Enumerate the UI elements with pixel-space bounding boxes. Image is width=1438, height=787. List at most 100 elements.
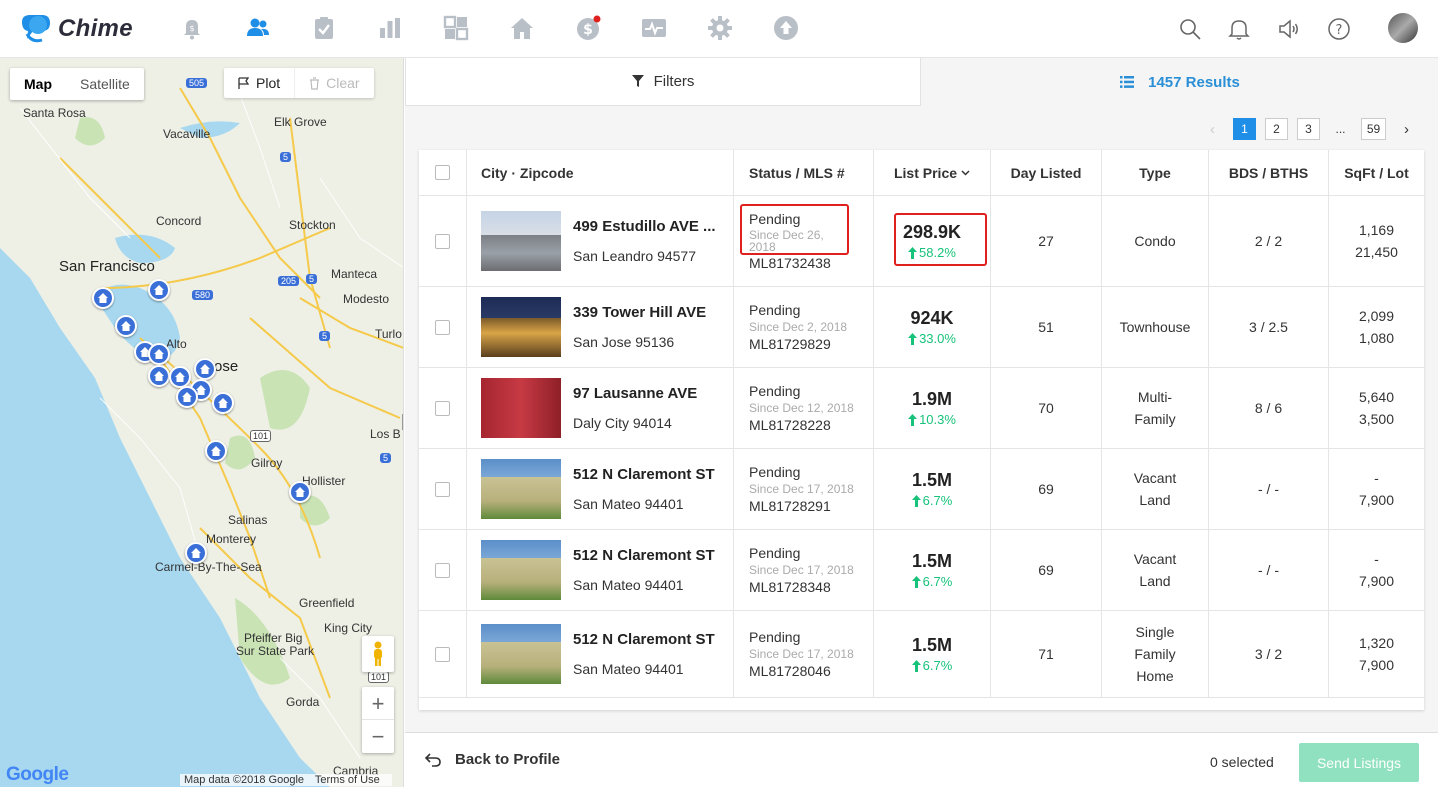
- row-checkbox[interactable]: [435, 319, 450, 335]
- google-logo[interactable]: Google: [6, 764, 69, 786]
- column-header-city[interactable]: City · Zipcode: [467, 150, 734, 195]
- property-type: Multi-Family: [1102, 368, 1209, 448]
- dashboard-icon[interactable]: [442, 14, 470, 42]
- page-button[interactable]: 2: [1265, 118, 1288, 140]
- listing-pin[interactable]: [205, 440, 227, 462]
- app-name: Chime: [58, 15, 133, 42]
- price-cell: 924K 33.0%: [874, 287, 991, 367]
- listing-photo[interactable]: [481, 211, 561, 271]
- table-row[interactable]: 512 N Claremont ST San Mateo 94401 Pendi…: [419, 449, 1424, 530]
- highway-shield: 5: [319, 331, 331, 341]
- column-header-day[interactable]: Day Listed: [991, 150, 1102, 195]
- column-header-status[interactable]: Status / MLS #: [734, 150, 874, 195]
- street-address[interactable]: 512 N Claremont ST: [573, 547, 715, 564]
- map-view-button[interactable]: Map: [10, 68, 66, 100]
- listing-photo[interactable]: [481, 378, 561, 438]
- list-price: 1.5M: [911, 635, 952, 655]
- plot-button[interactable]: Plot: [224, 68, 294, 98]
- map-city-label: Sur State Park: [236, 644, 315, 658]
- speaker-icon[interactable]: [1277, 17, 1301, 41]
- prev-page-button[interactable]: ‹: [1201, 118, 1224, 140]
- column-header-price[interactable]: List Price: [874, 150, 991, 195]
- contacts-icon[interactable]: [244, 14, 272, 42]
- select-all-checkbox[interactable]: [435, 165, 450, 180]
- user-avatar[interactable]: [1388, 13, 1418, 43]
- chime-logo[interactable]: Chime: [18, 12, 133, 46]
- row-checkbox[interactable]: [435, 646, 450, 662]
- street-address[interactable]: 512 N Claremont ST: [573, 631, 715, 648]
- table-row[interactable]: 339 Tower Hill AVE San Jose 95136 Pendin…: [419, 287, 1424, 368]
- activity-icon[interactable]: [640, 14, 668, 42]
- search-icon[interactable]: [1178, 17, 1202, 41]
- listing-pin[interactable]: [169, 366, 191, 388]
- listing-pin[interactable]: [185, 542, 207, 564]
- filters-button[interactable]: Filters: [405, 58, 921, 106]
- street-address[interactable]: 499 Estudillo AVE ...: [573, 218, 716, 235]
- listing-photo[interactable]: [481, 540, 561, 600]
- map-city-label: Vacaville: [163, 127, 211, 141]
- send-listings-button[interactable]: Send Listings: [1299, 743, 1419, 782]
- property-type: Townhouse: [1102, 287, 1209, 367]
- map-city-label: Carmel-By-The-Sea: [155, 560, 262, 574]
- clear-button[interactable]: Clear: [294, 68, 373, 98]
- gear-icon[interactable]: [706, 14, 734, 42]
- street-address[interactable]: 512 N Claremont ST: [573, 466, 715, 483]
- price-change-value: 10.3%: [919, 412, 956, 427]
- listing-pin[interactable]: [148, 365, 170, 387]
- zoom-in-button[interactable]: +: [362, 687, 394, 720]
- listing-pin[interactable]: [148, 279, 170, 301]
- street-address[interactable]: 339 Tower Hill AVE: [573, 304, 706, 321]
- undo-arrow-icon: [425, 752, 441, 767]
- day-listed: 51: [991, 287, 1102, 367]
- bar-chart-icon[interactable]: [376, 14, 404, 42]
- listing-pin[interactable]: [194, 358, 216, 380]
- status-since: Since Dec 17, 2018: [749, 563, 854, 577]
- table-row[interactable]: 97 Lausanne AVE Daly City 94014 Pending …: [419, 368, 1424, 449]
- column-header-sqft[interactable]: SqFt / Lot: [1329, 150, 1424, 195]
- listing-photo[interactable]: [481, 624, 561, 684]
- listing-pin[interactable]: [115, 315, 137, 337]
- terms-link[interactable]: Terms of Use: [315, 774, 380, 786]
- row-checkbox[interactable]: [435, 233, 450, 249]
- street-view-pegman-icon[interactable]: [362, 636, 394, 672]
- listing-pin[interactable]: [176, 386, 198, 408]
- listing-pin[interactable]: [148, 343, 170, 365]
- zoom-out-button[interactable]: −: [362, 720, 394, 753]
- bell-dollar-icon[interactable]: $: [178, 14, 206, 42]
- listing-pin[interactable]: [92, 287, 114, 309]
- table-row[interactable]: 512 N Claremont ST San Mateo 94401 Pendi…: [419, 611, 1424, 698]
- page-button[interactable]: 3: [1297, 118, 1320, 140]
- clipboard-icon[interactable]: [310, 14, 338, 42]
- lot-value: 7,900: [1358, 573, 1395, 589]
- home-icon[interactable]: [508, 14, 536, 42]
- column-header-type[interactable]: Type: [1102, 150, 1209, 195]
- next-page-button[interactable]: ›: [1395, 118, 1418, 140]
- row-checkbox[interactable]: [435, 481, 450, 497]
- listing-pin[interactable]: [289, 481, 311, 503]
- listing-photo[interactable]: [481, 297, 561, 357]
- listing-photo[interactable]: [481, 459, 561, 519]
- page-button[interactable]: 1: [1233, 118, 1256, 140]
- row-checkbox[interactable]: [435, 562, 450, 578]
- help-icon[interactable]: ?: [1327, 17, 1351, 41]
- upload-icon[interactable]: [772, 14, 800, 42]
- arrow-up-icon: [911, 494, 921, 507]
- table-row[interactable]: 512 N Claremont ST San Mateo 94401 Pendi…: [419, 530, 1424, 611]
- beds-baths: 2 / 2: [1209, 196, 1329, 286]
- page-button[interactable]: 59: [1361, 118, 1386, 140]
- street-address[interactable]: 97 Lausanne AVE: [573, 385, 697, 402]
- sqft-value: 5,640: [1358, 389, 1395, 405]
- listings-map[interactable]: Santa Rosa Vacaville Elk Grove Concord S…: [0, 58, 404, 787]
- notification-bell-icon[interactable]: [1227, 17, 1251, 41]
- back-to-profile-button[interactable]: Back to Profile: [425, 751, 560, 768]
- svg-text:$: $: [583, 22, 593, 38]
- results-toggle[interactable]: 1457 Results: [922, 58, 1438, 106]
- satellite-view-button[interactable]: Satellite: [66, 68, 144, 100]
- home-pin-icon: [175, 372, 185, 382]
- map-city-label: Gorda: [286, 695, 320, 709]
- row-checkbox[interactable]: [435, 400, 450, 416]
- row-checkbox-cell: [419, 611, 467, 697]
- dollar-icon[interactable]: $: [574, 14, 602, 42]
- listing-pin[interactable]: [212, 392, 234, 414]
- column-header-bds[interactable]: BDS / BTHS: [1209, 150, 1329, 195]
